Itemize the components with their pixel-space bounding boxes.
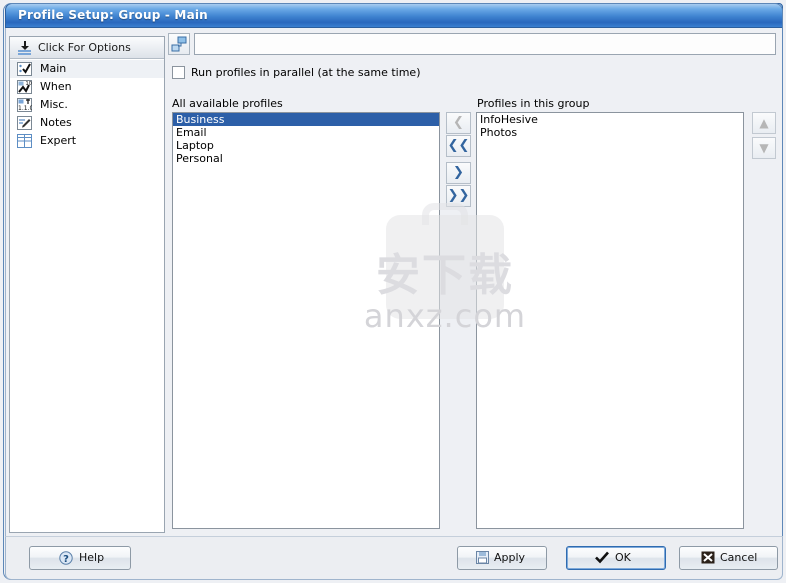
list-item[interactable]: InfoHesive (477, 113, 743, 126)
move-up-button[interactable]: ▲ (752, 112, 776, 134)
check-icon (17, 62, 32, 76)
apply-label: Apply (494, 551, 526, 564)
click-for-options-button[interactable]: Click For Options (10, 37, 164, 59)
chevron-up-icon: ▲ (759, 116, 769, 130)
window-title: Profile Setup: Group - Main (18, 8, 208, 22)
options-sidebar: Click For Options Main 10 When 1.1.0 Mis… (9, 36, 165, 533)
parallel-checkbox[interactable] (172, 66, 185, 79)
chevron-double-right-icon: ❯❯ (447, 188, 470, 203)
title-bar: Profile Setup: Group - Main (5, 3, 783, 28)
list-item[interactable]: Business (173, 113, 439, 126)
chevron-left-icon: ❮ (453, 115, 464, 130)
sidebar-list: Main 10 When 1.1.0 Misc. Notes Expert (10, 60, 164, 150)
move-down-button[interactable]: ▼ (752, 137, 776, 159)
chevron-right-icon: ❯ (453, 165, 464, 180)
ok-label: OK (615, 551, 631, 564)
svg-text:10: 10 (26, 81, 32, 87)
apply-button[interactable]: Apply (457, 546, 547, 570)
available-profiles-list[interactable]: Business Email Laptop Personal (172, 112, 440, 529)
save-icon (476, 551, 489, 567)
add-one-button[interactable]: ❯ (446, 162, 471, 184)
ok-button[interactable]: OK (566, 546, 666, 570)
add-all-button[interactable]: ❯❯ (446, 185, 471, 207)
profile-name-input[interactable] (194, 33, 776, 55)
sidebar-item-notes[interactable]: Notes (10, 114, 164, 132)
profile-node-button[interactable] (168, 33, 190, 55)
cancel-label: Cancel (720, 551, 758, 564)
list-item[interactable]: Laptop (173, 139, 439, 152)
sidebar-item-misc[interactable]: 1.1.0 Misc. (10, 96, 164, 114)
grid-icon (17, 134, 32, 148)
profile-setup-window: Profile Setup: Group - Main Click For Op… (0, 0, 786, 583)
sidebar-item-label: Misc. (40, 98, 68, 111)
sidebar-item-label: When (40, 80, 72, 93)
click-for-options-label: Click For Options (38, 41, 131, 54)
group-profiles-list[interactable]: InfoHesive Photos (476, 112, 744, 529)
sidebar-item-expert[interactable]: Expert (10, 132, 164, 150)
dialog-footer: ? Help Apply OK Cancel (5, 536, 783, 580)
toolbar (168, 33, 780, 55)
sidebar-item-label: Expert (40, 134, 77, 147)
help-label: Help (79, 551, 105, 564)
cross-icon (701, 551, 715, 567)
help-button[interactable]: ? Help (29, 546, 131, 570)
sidebar-item-label: Notes (40, 116, 72, 129)
list-item[interactable]: Email (173, 126, 439, 139)
remove-one-button[interactable]: ❮ (446, 112, 471, 134)
check-icon (595, 551, 609, 567)
chevron-down-icon: ▼ (759, 141, 769, 155)
svg-text:1.1.0: 1.1.0 (18, 105, 32, 112)
clock-icon: 10 (17, 80, 32, 94)
options-icon (17, 41, 33, 56)
list-item[interactable]: Personal (173, 152, 439, 165)
sidebar-item-when[interactable]: 10 When (10, 78, 164, 96)
cancel-button[interactable]: Cancel (679, 546, 778, 570)
sidebar-item-label: Main (40, 62, 67, 75)
list-item[interactable]: Photos (477, 126, 743, 139)
parallel-checkbox-label: Run profiles in parallel (at the same ti… (191, 66, 421, 79)
chevron-double-left-icon: ❮❮ (447, 138, 470, 153)
pencil-icon (17, 116, 32, 130)
numbers-icon: 1.1.0 (17, 98, 33, 112)
svg-text:?: ? (63, 554, 69, 565)
sidebar-item-main[interactable]: Main (10, 60, 164, 78)
question-icon: ? (59, 551, 73, 568)
available-profiles-caption: All available profiles (172, 97, 283, 110)
group-profiles-caption: Profiles in this group (477, 97, 590, 110)
remove-all-button[interactable]: ❮❮ (446, 135, 471, 157)
